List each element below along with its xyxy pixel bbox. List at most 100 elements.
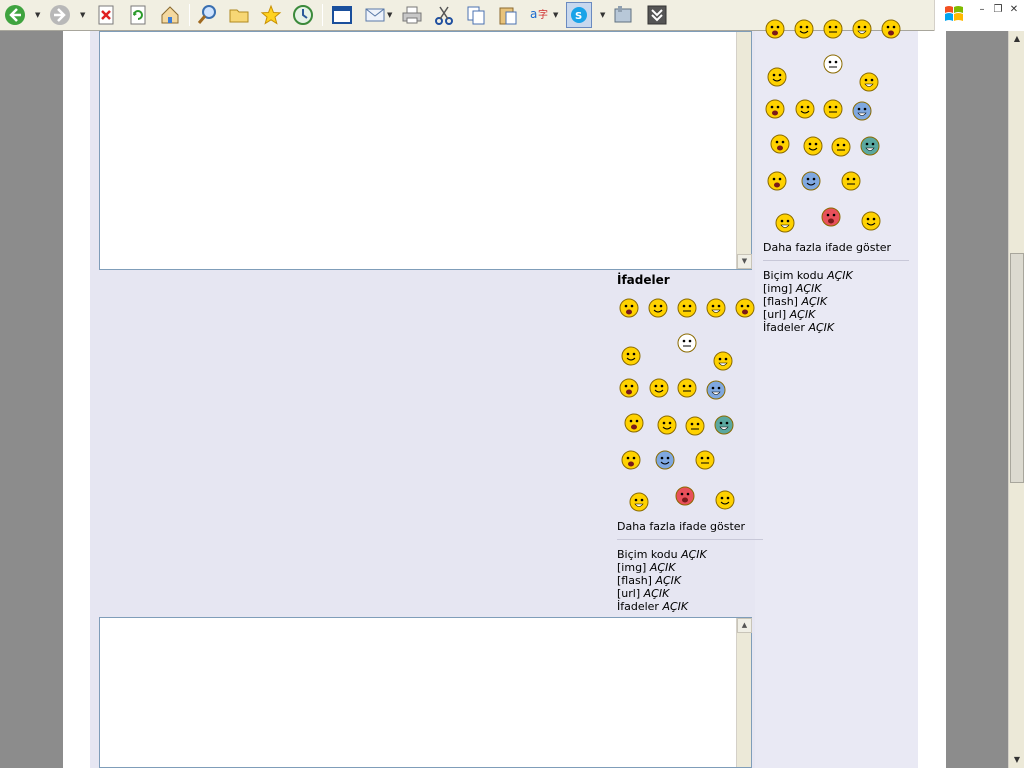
mail-button[interactable] xyxy=(362,2,388,28)
emoticon-right-smiley-icon[interactable] xyxy=(802,135,824,157)
back-button[interactable] xyxy=(2,2,28,28)
emoticon-right-smiley-icon[interactable] xyxy=(822,98,844,120)
emoticon-smiley-icon[interactable] xyxy=(647,297,669,319)
emoticon-right-smiley-icon[interactable] xyxy=(851,18,873,40)
emoticon-smiley-icon[interactable] xyxy=(714,489,736,511)
back-dropdown-arrow[interactable]: ▼ xyxy=(35,12,42,19)
emoticon-smiley-icon[interactable] xyxy=(656,414,678,436)
copy-icon xyxy=(467,6,485,25)
folder-icon xyxy=(229,9,249,23)
scrollbar-thumb[interactable] xyxy=(1010,253,1024,483)
fullscreen-button[interactable] xyxy=(329,2,355,28)
history-button[interactable] xyxy=(290,2,316,28)
minimize-button[interactable]: – xyxy=(975,4,989,16)
emoticon-smiley-icon[interactable] xyxy=(654,449,676,471)
more-smilies-link-right[interactable]: Daha fazla ifade göster xyxy=(763,241,891,254)
home-icon xyxy=(161,6,179,24)
emoticon-right-smiley-icon[interactable] xyxy=(859,135,881,157)
right-smilies-divider xyxy=(763,260,909,261)
search-icon xyxy=(197,5,216,24)
paste-button[interactable] xyxy=(495,2,521,28)
emoticon-smiley-icon[interactable] xyxy=(676,297,698,319)
scroll-up-arrow[interactable]: ▲ xyxy=(1009,31,1024,47)
emoticon-right-smiley-icon[interactable] xyxy=(840,170,862,192)
emoticon-smiley-icon[interactable] xyxy=(734,297,756,319)
emoticon-smiley-icon[interactable] xyxy=(620,449,642,471)
svg-text:S: S xyxy=(575,11,582,22)
stop-icon xyxy=(98,5,114,25)
emoticon-smiley-icon[interactable] xyxy=(676,377,698,399)
skype-dropdown-arrow[interactable]: ▼ xyxy=(600,12,607,19)
scroll-down-arrow[interactable]: ▼ xyxy=(1009,752,1024,768)
emoticon-smiley-icon[interactable] xyxy=(648,377,670,399)
favorites-button[interactable] xyxy=(258,2,284,28)
emoticon-right-smiley-icon[interactable] xyxy=(774,212,796,234)
skype-button[interactable]: S xyxy=(566,2,592,28)
status-bbcode: Biçim kodu AÇIK xyxy=(617,548,707,561)
emoticon-right-smiley-icon[interactable] xyxy=(820,206,842,228)
emoticon-right-smiley-icon[interactable] xyxy=(800,170,822,192)
status-url-right: [url] AÇIK xyxy=(763,308,816,321)
emoticon-smiley-icon[interactable] xyxy=(684,415,706,437)
emoticon-right-smiley-icon[interactable] xyxy=(766,66,788,88)
emoticon-smiley-icon[interactable] xyxy=(628,491,650,513)
message-textarea-bottom[interactable]: ▲ xyxy=(99,617,752,768)
star-icon xyxy=(260,4,282,25)
home-button[interactable] xyxy=(157,2,183,28)
emoticon-right-smiley-icon[interactable] xyxy=(794,98,816,120)
paste-icon xyxy=(499,7,517,25)
forward-dropdown-arrow[interactable]: ▼ xyxy=(80,12,87,19)
emoticon-right-smiley-icon[interactable] xyxy=(860,210,882,232)
emoticon-right-smiley-icon[interactable] xyxy=(851,100,873,122)
restore-button[interactable]: ❐ xyxy=(991,4,1005,16)
emoticon-smiley-icon[interactable] xyxy=(618,377,640,399)
close-button[interactable]: ✕ xyxy=(1007,4,1021,16)
emoticon-right-smiley-icon[interactable] xyxy=(822,53,844,75)
more-button[interactable] xyxy=(644,2,670,28)
emoticon-smiley-icon[interactable] xyxy=(705,379,727,401)
chevron-double-down-icon xyxy=(647,5,667,25)
mail-icon xyxy=(365,8,385,22)
status-url: [url] AÇIK xyxy=(617,587,670,600)
emoticon-smiley-icon[interactable] xyxy=(705,297,727,319)
emoticon-smiley-icon[interactable] xyxy=(618,297,640,319)
emoticon-smiley-icon[interactable] xyxy=(694,449,716,471)
stop-button[interactable] xyxy=(93,2,119,28)
emoticon-smiley-icon[interactable] xyxy=(713,414,735,436)
mail-dropdown-arrow[interactable]: ▼ xyxy=(387,12,394,19)
scroll-down-arrow[interactable]: ▼ xyxy=(737,254,752,269)
emoticon-right-smiley-icon[interactable] xyxy=(793,18,815,40)
textarea-scrollbar[interactable]: ▼ xyxy=(736,32,752,269)
folders-button[interactable] xyxy=(226,2,252,28)
status-smilies: İfadeler AÇIK xyxy=(617,600,689,613)
status-smilies-right: İfadeler AÇIK xyxy=(763,321,835,334)
more-smilies-link[interactable]: Daha fazla ifade göster xyxy=(617,520,745,533)
emoticon-right-smiley-icon[interactable] xyxy=(764,98,786,120)
emoticon-right-smiley-icon[interactable] xyxy=(764,18,786,40)
browser-scrollbar[interactable]: ▲ ▼ xyxy=(1008,31,1024,768)
emoticon-smiley-icon[interactable] xyxy=(676,332,698,354)
emoticon-right-smiley-icon[interactable] xyxy=(880,18,902,40)
emoticon-smiley-icon[interactable] xyxy=(674,485,696,507)
cut-button[interactable] xyxy=(431,2,457,28)
emoticon-right-smiley-icon[interactable] xyxy=(822,18,844,40)
textarea-scrollbar[interactable]: ▲ xyxy=(736,618,752,767)
window-controls: – ❐ ✕ xyxy=(934,0,1024,31)
encoding-button[interactable]: a字 xyxy=(527,2,553,28)
scroll-up-arrow[interactable]: ▲ xyxy=(737,618,752,633)
forward-button[interactable] xyxy=(47,2,73,28)
emoticon-right-smiley-icon[interactable] xyxy=(830,136,852,158)
copy-button[interactable] xyxy=(463,2,489,28)
tools-button[interactable] xyxy=(610,2,636,28)
emoticon-smiley-icon[interactable] xyxy=(620,345,642,367)
emoticon-right-smiley-icon[interactable] xyxy=(769,133,791,155)
emoticon-smiley-icon[interactable] xyxy=(712,350,734,372)
emoticon-right-smiley-icon[interactable] xyxy=(858,71,880,93)
print-button[interactable] xyxy=(399,2,425,28)
emoticon-smiley-icon[interactable] xyxy=(623,412,645,434)
encoding-dropdown-arrow[interactable]: ▼ xyxy=(553,12,560,19)
emoticon-right-smiley-icon[interactable] xyxy=(766,170,788,192)
search-button[interactable] xyxy=(194,2,220,28)
message-textarea-top[interactable]: ▼ xyxy=(99,31,752,270)
refresh-button[interactable] xyxy=(125,2,151,28)
